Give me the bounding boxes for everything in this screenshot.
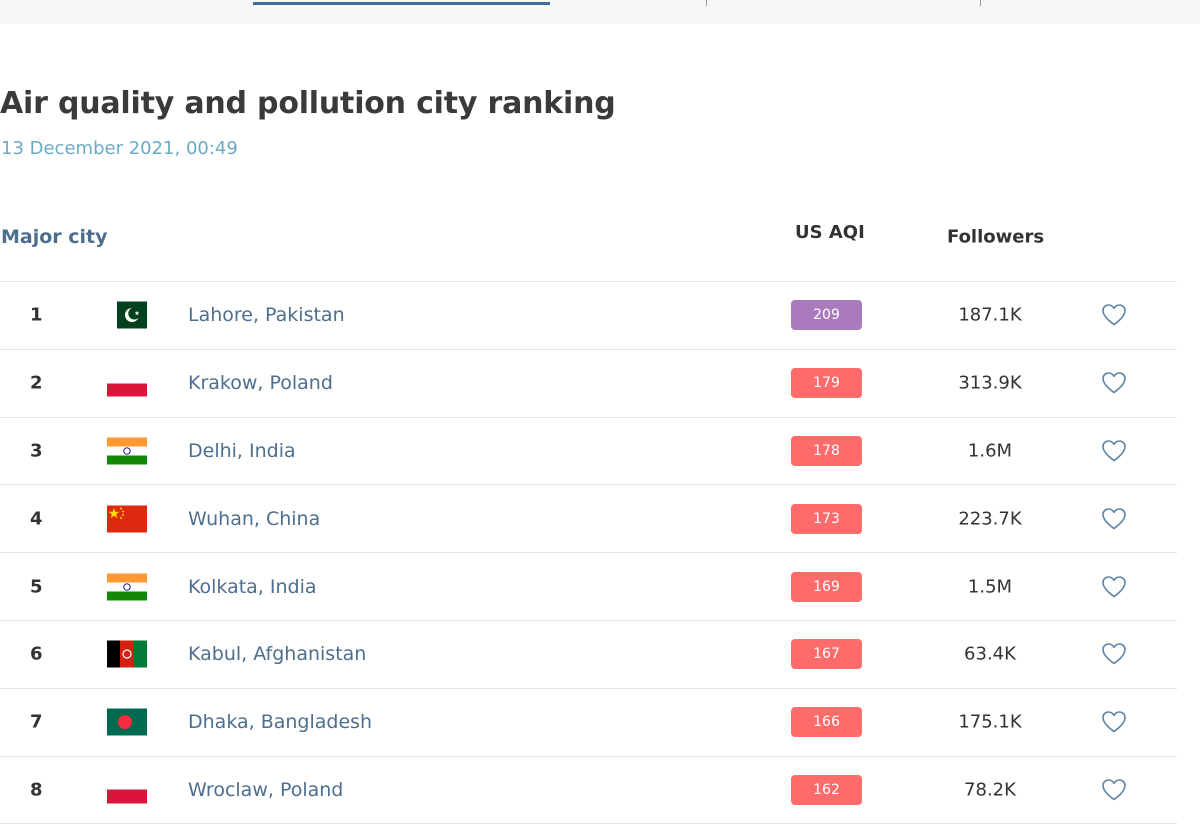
table-row: 7 Dhaka, Bangladesh 166 175.1K <box>0 689 1177 757</box>
china-flag-icon <box>107 505 147 533</box>
rank-number: 7 <box>30 711 43 733</box>
rank-number: 1 <box>30 304 43 326</box>
poland-flag-icon <box>107 776 147 804</box>
poland-flag-icon <box>107 369 147 397</box>
city-link[interactable]: Lahore, Pakistan <box>188 304 345 326</box>
ranking-timestamp: 13 December 2021, 00:49 <box>1 138 238 159</box>
rank-number: 2 <box>30 372 43 394</box>
top-nav-bar <box>0 0 1200 24</box>
india-flag-icon <box>107 437 147 465</box>
followers-count: 1.6M <box>967 440 1013 462</box>
followers-count: 223.7K <box>958 508 1022 530</box>
city-link[interactable]: Wuhan, China <box>188 508 320 530</box>
aqi-badge: 173 <box>791 503 862 534</box>
table-row: 4 Wuhan, China 173 223.7K <box>0 485 1177 554</box>
followers-count: 1.5M <box>967 576 1013 598</box>
city-link[interactable]: Dhaka, Bangladesh <box>188 711 372 733</box>
nav-separator <box>980 0 981 6</box>
table-row: 3 Delhi, India 178 1.6M <box>0 418 1177 486</box>
active-nav-underline <box>253 2 550 5</box>
city-link[interactable]: Kabul, Afghanistan <box>188 643 366 665</box>
heart-outline-icon[interactable] <box>1101 710 1127 734</box>
table-row: 5 Kolkata, India 169 1.5M <box>0 553 1177 621</box>
city-link[interactable]: Krakow, Poland <box>188 372 333 394</box>
heart-outline-icon[interactable] <box>1101 303 1127 327</box>
heart-outline-icon[interactable] <box>1101 371 1127 395</box>
bangladesh-flag-icon <box>107 708 147 736</box>
aqi-badge: 162 <box>791 774 862 805</box>
aqi-badge: 209 <box>791 300 862 331</box>
table-row: 1 Lahore, Pakistan 209 187.1K <box>0 282 1177 350</box>
heart-outline-icon[interactable] <box>1101 642 1127 666</box>
ranking-table-body: 1 Lahore, Pakistan 209 187.1K 2 Krakow, … <box>0 282 1177 824</box>
rank-number: 3 <box>30 440 43 462</box>
heart-outline-icon[interactable] <box>1101 778 1127 802</box>
rank-number: 8 <box>30 779 43 801</box>
column-header-aqi: US AQI <box>795 222 865 243</box>
table-row: 6 Kabul, Afghanistan 167 63.4K <box>0 621 1177 689</box>
city-link[interactable]: Kolkata, India <box>188 576 317 598</box>
page-title: Air quality and pollution city ranking <box>0 86 616 121</box>
aqi-badge: 169 <box>791 571 862 602</box>
column-header-city: Major city <box>1 226 108 248</box>
pakistan-flag-icon <box>107 301 147 329</box>
afghanistan-flag-icon <box>107 640 147 668</box>
followers-count: 187.1K <box>958 304 1022 326</box>
aqi-badge: 166 <box>791 707 862 738</box>
followers-count: 78.2K <box>964 779 1016 801</box>
aqi-badge: 179 <box>791 368 862 399</box>
rank-number: 6 <box>30 643 43 665</box>
aqi-badge: 178 <box>791 435 862 466</box>
column-header-followers: Followers <box>947 226 1045 248</box>
city-link[interactable]: Wroclaw, Poland <box>188 779 343 801</box>
heart-outline-icon[interactable] <box>1101 439 1127 463</box>
city-link[interactable]: Delhi, India <box>188 440 296 462</box>
nav-separator <box>706 0 707 6</box>
rank-number: 4 <box>30 508 43 530</box>
table-row: 2 Krakow, Poland 179 313.9K <box>0 350 1177 418</box>
india-flag-icon <box>107 573 147 601</box>
heart-outline-icon[interactable] <box>1101 507 1127 531</box>
followers-count: 63.4K <box>964 643 1016 665</box>
followers-count: 313.9K <box>958 372 1022 394</box>
table-row: 8 Wroclaw, Poland 162 78.2K <box>0 757 1177 824</box>
table-header: Major city US AQI Followers <box>0 222 1177 252</box>
heart-outline-icon[interactable] <box>1101 575 1127 599</box>
aqi-badge: 167 <box>791 639 862 670</box>
rank-number: 5 <box>30 576 43 598</box>
followers-count: 175.1K <box>958 711 1022 733</box>
